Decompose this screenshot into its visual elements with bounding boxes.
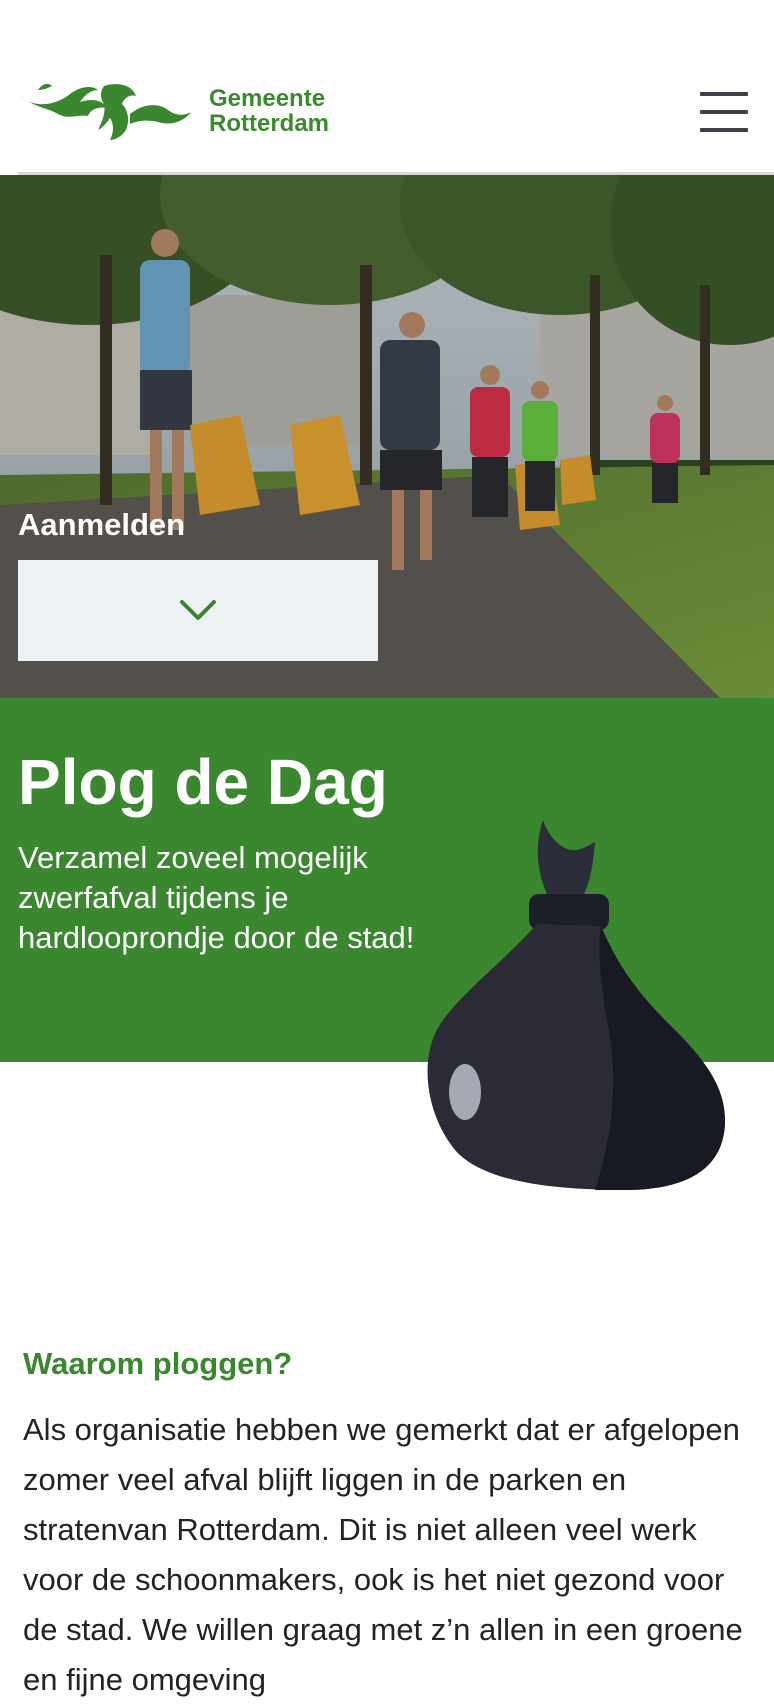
hamburger-icon [700, 92, 748, 96]
page-title: Plog de Dag [18, 746, 388, 818]
logo-line-2: Rotterdam [209, 110, 330, 137]
hamburger-icon-bar [700, 110, 748, 114]
why-heading: Waarom ploggen? [23, 1346, 293, 1381]
rotterdam-lion-logo-icon [20, 83, 191, 140]
menu-button[interactable] [700, 90, 750, 134]
hero-image: Aanmelden [0, 175, 774, 698]
logo[interactable]: Gemeente Rotterdam [18, 78, 348, 144]
chevron-down-icon [180, 599, 216, 620]
logo-line-1: Gemeente [209, 85, 326, 112]
register-label: Aanmelden [18, 507, 186, 542]
trash-bag-icon [427, 820, 725, 1190]
page-subtitle: Verzamel zoveel mogelijk zwerfafval tijd… [18, 840, 415, 955]
logo-text: Gemeente Rotterdam [209, 86, 329, 136]
hamburger-icon-bar [700, 128, 748, 132]
register-dropdown[interactable] [18, 560, 378, 661]
site-header: Gemeente Rotterdam [0, 0, 774, 175]
why-paragraph: Als organisatie hebben we gemerkt dat er… [23, 1412, 743, 1697]
